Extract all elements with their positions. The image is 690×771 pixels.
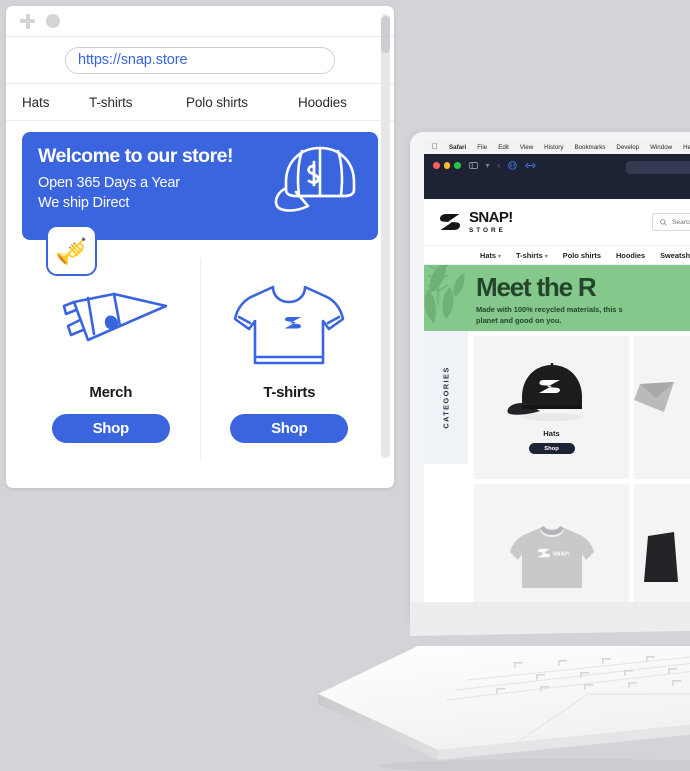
shop-button-merch[interactable]: Shop (51, 414, 170, 443)
brand-subtitle: STORE (469, 227, 506, 235)
site-nav-item-tshirts[interactable]: T-shirts ▾ (516, 251, 548, 260)
menu-item-view[interactable]: View (520, 144, 533, 151)
black-cap-photo (507, 363, 582, 421)
product-card-hats[interactable]: Hats Shop (474, 336, 629, 479)
traffic-lights[interactable] (433, 162, 461, 169)
search-icon (660, 218, 667, 226)
product-card-row: Merch Shop T-shirts Shop (22, 258, 378, 461)
menu-item-develop[interactable]: Develop (616, 144, 639, 151)
hero-subtitle: Made with 100% recycled materials, this … (476, 305, 623, 325)
chevron-down-icon: ▾ (498, 253, 502, 260)
product-shop-button[interactable]: Shop (528, 443, 575, 454)
leaf-illustration-icon (424, 265, 465, 323)
extensions-icon[interactable] (525, 162, 537, 169)
nav-item-polo-shirts[interactable]: Polo shirts (186, 95, 298, 110)
plus-icon[interactable] (20, 13, 35, 29)
hero-banner: Meet the R Made with 100% recycled mater… (424, 265, 690, 331)
search-input[interactable]: Search Items (652, 213, 690, 231)
site-nav-item-polo-shirts[interactable]: Polo shirts (563, 251, 601, 260)
card-site-nav: Hats T-shirts Polo shirts Hoodies (6, 84, 394, 121)
site-nav-item-sweatshirts[interactable]: Sweatsh (660, 251, 690, 260)
back-icon[interactable]: ‹ (498, 161, 501, 170)
svg-text:SNAP!: SNAP! (552, 551, 569, 557)
product-card-partial-1[interactable] (634, 336, 690, 479)
trumpet-badge[interactable]: 🎺 (46, 225, 97, 276)
trumpet-icon: 🎺 (55, 235, 88, 266)
store-announcement-bar: Welcome to our St (424, 177, 690, 199)
safari-toolbar: ▾ ‹ (424, 154, 690, 177)
merch-art (46, 278, 176, 370)
product-card-sweatshirt[interactable]: SNAP! (474, 484, 629, 618)
product-grid: Hats Shop SNAP! (468, 331, 690, 618)
laptop-base (318, 602, 690, 771)
safari-address-bar[interactable] (626, 161, 690, 174)
welcome-banner: Welcome to our store! Open 365 Days a Ye… (22, 132, 378, 240)
mac-menu-bar:  Safari File Edit View History Bookmark… (424, 140, 690, 154)
reader-icon[interactable] (508, 161, 517, 170)
laptop-lid:  Safari File Edit View History Bookmark… (410, 132, 690, 624)
category-section: CATEGORIES Hats Shop SNAP! (424, 331, 690, 618)
card-body: Welcome to our store! Open 365 Days a Ye… (6, 132, 394, 461)
zoom-icon[interactable] (454, 162, 461, 169)
baseball-cap-illustration-icon (274, 146, 356, 212)
product-title: Merch (89, 384, 133, 401)
shop-button-tshirts[interactable]: Shop (230, 414, 349, 443)
gray-product-photo (634, 381, 674, 412)
categories-label: CATEGORIES (441, 366, 451, 429)
product-name: Hats (543, 429, 560, 438)
minimize-icon[interactable] (443, 162, 450, 169)
menu-item-edit[interactable]: Edit (498, 144, 509, 151)
menu-item-window[interactable]: Window (650, 144, 672, 151)
nav-item-hats[interactable]: Hats (22, 95, 89, 110)
chevron-down-icon: ▾ (544, 253, 548, 260)
site-nav: Hats ▾ T-shirts ▾ Polo shirts Hoodies Swea… (424, 245, 690, 265)
snap-s-logo-icon (440, 214, 460, 230)
brand-text: SNAP! STORE (469, 210, 513, 235)
nav-item-tshirts[interactable]: T-shirts (89, 95, 186, 110)
search-placeholder: Search Items (672, 218, 690, 226)
apple-logo-icon[interactable]:  (432, 143, 438, 151)
pennant-flag-icon (62, 292, 168, 342)
safari-window-chrome: ▾ ‹ Welcome to our St (424, 154, 690, 199)
site-header: SNAP! STORE Search Items (424, 199, 690, 245)
product-card-partial-2[interactable] (634, 484, 690, 618)
circle-icon[interactable] (46, 14, 60, 28)
black-product-photo (644, 531, 678, 582)
menu-item-help[interactable]: He (683, 144, 690, 151)
url-text: https://snap.store (78, 52, 188, 68)
hero-title: Meet the R (476, 272, 597, 302)
gray-sweatshirt-photo: SNAP! (509, 525, 594, 588)
chevron-down-icon[interactable]: ▾ (486, 161, 490, 170)
scrollbar-thumb[interactable] (381, 16, 390, 53)
card-url-bar: https://snap.store (6, 37, 394, 84)
sidebar-icon[interactable] (468, 162, 478, 169)
menu-item-safari[interactable]: Safari (449, 144, 466, 151)
categories-sidebar: CATEGORIES (424, 331, 468, 464)
menu-item-bookmarks[interactable]: Bookmarks (574, 144, 605, 151)
tshirt-art (233, 278, 345, 370)
product-title: T-shirts (263, 384, 316, 401)
close-icon[interactable] (433, 162, 440, 169)
nav-item-hoodies[interactable]: Hoodies (298, 95, 347, 110)
site-nav-item-hoodies[interactable]: Hoodies (616, 251, 645, 260)
product-card-merch: Merch Shop (22, 258, 200, 461)
screenshot-stage:  Safari File Edit View History Bookmark… (0, 0, 690, 771)
site-logo[interactable]: SNAP! STORE (438, 210, 513, 235)
product-card-tshirts: T-shirts Shop (199, 258, 379, 461)
menu-item-file[interactable]: File (477, 144, 487, 151)
card-titlebar (6, 6, 394, 37)
browser-window-card: https://snap.store Hats T-shirts Polo sh… (6, 6, 394, 488)
menu-item-history[interactable]: History (544, 144, 563, 151)
site-nav-item-hats[interactable]: Hats ▾ (480, 251, 501, 260)
tshirt-icon (233, 285, 345, 365)
laptop-screen:  Safari File Edit View History Bookmark… (424, 140, 690, 618)
url-input[interactable]: https://snap.store (65, 46, 335, 74)
brand-name: SNAP! (469, 208, 513, 226)
